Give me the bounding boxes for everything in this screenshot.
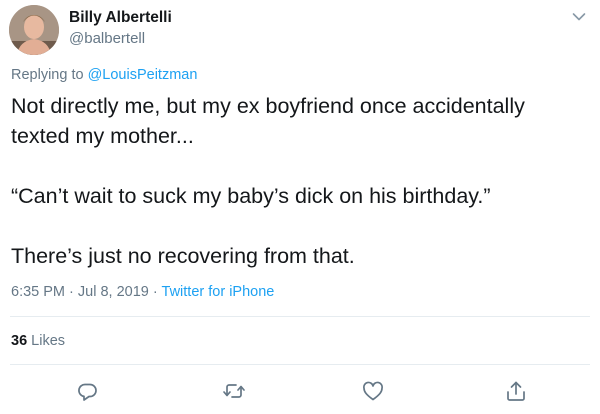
likes-count: 36 [11,333,28,349]
meta-separator: · [69,284,74,300]
tweet-paragraph: “Can’t wait to suck my baby’s dick on hi… [11,184,491,208]
tweet-paragraph: Not directly me, but my ex boyfriend onc… [11,94,531,148]
reply-icon[interactable] [76,379,100,403]
display-name[interactable]: Billy Albertelli [69,9,172,27]
likes-stat[interactable]: 36 Likes [11,333,65,349]
tweet-date[interactable]: Jul 8, 2019 [78,284,149,300]
replying-prefix: Replying to [11,67,84,83]
divider [10,364,590,365]
heart-icon[interactable] [361,379,385,403]
tweet-text: Not directly me, but my ex boyfriend onc… [11,91,586,271]
user-handle[interactable]: @balbertell [69,30,145,47]
tweet-meta: 6:35 PM · Jul 8, 2019 · Twitter for iPho… [11,284,274,300]
tweet-paragraph: There’s just no recovering from that. [11,244,355,268]
replying-to: Replying to @LouisPeitzman [11,67,197,83]
tweet-source[interactable]: Twitter for iPhone [162,284,275,300]
meta-separator: · [152,284,158,300]
replying-to-link[interactable]: @LouisPeitzman [88,67,198,83]
retweet-icon[interactable] [222,379,246,403]
divider [10,316,590,317]
likes-label: Likes [31,333,66,349]
avatar[interactable] [9,5,59,55]
tweet-time[interactable]: 6:35 PM [11,284,65,300]
share-icon[interactable] [504,379,528,403]
chevron-down-icon[interactable] [572,9,586,21]
